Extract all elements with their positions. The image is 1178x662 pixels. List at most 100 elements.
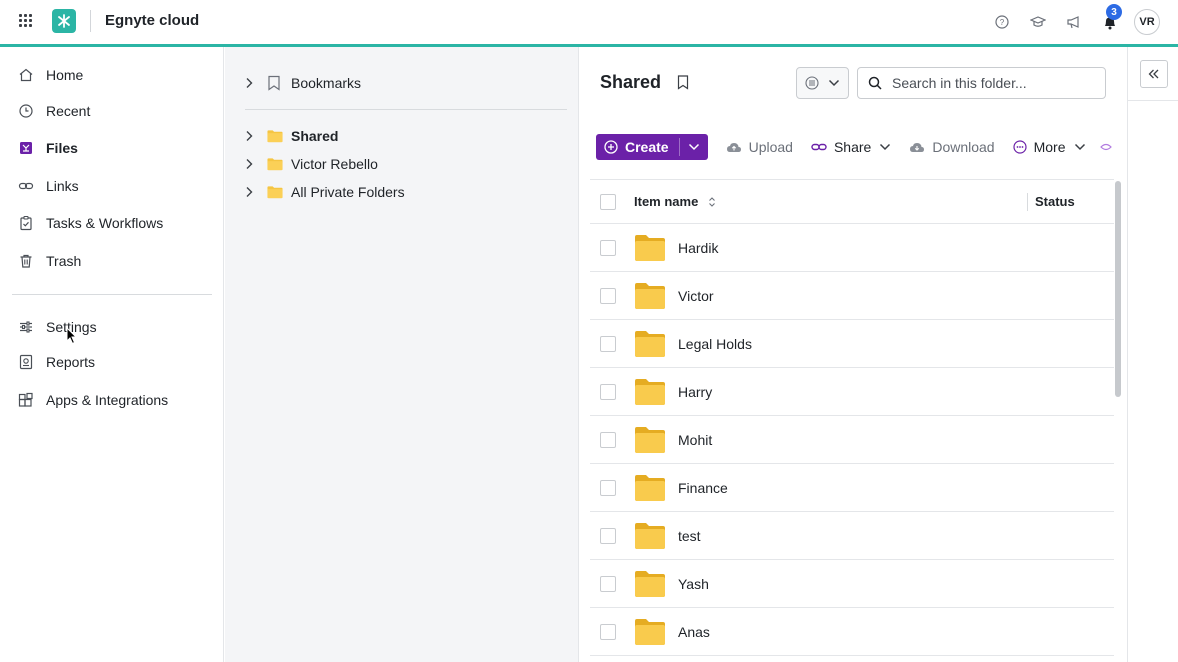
folder-icon [634,378,666,409]
table-row[interactable]: Harry [590,368,1114,416]
sliders-icon [18,319,34,335]
tree-item-all-private-folders[interactable]: All Private Folders [245,181,405,203]
chevron-right-icon[interactable] [245,158,257,170]
sidebar-item-label: Apps & Integrations [46,392,169,408]
search-icon [868,76,882,90]
chevron-right-icon[interactable] [245,77,257,89]
table-row[interactable]: Mohit [590,416,1114,464]
column-status[interactable]: Status [1035,194,1075,209]
table-row[interactable]: test [590,512,1114,560]
row-checkbox[interactable] [600,432,616,448]
help-icon[interactable]: ? [984,8,1020,36]
column-label: Item name [634,194,699,209]
brand-divider [90,10,91,32]
row-checkbox[interactable] [600,288,616,304]
item-name[interactable]: Harry [678,384,712,400]
egnyte-logo[interactable] [52,9,76,33]
sidebar-item-apps-integrations[interactable]: Apps & Integrations [18,388,168,412]
row-checkbox[interactable] [600,624,616,640]
sidebar-item-recent[interactable]: Recent [18,99,90,123]
notification-badge: 3 [1106,4,1122,20]
upload-label: Upload [748,139,793,155]
item-name[interactable]: Yash [678,576,709,592]
table-row[interactable]: Anas [590,608,1114,656]
sidebar-item-label: Files [46,140,78,156]
graduation-cap-icon[interactable] [1020,8,1056,36]
item-name[interactable]: Victor [678,288,714,304]
scrollbar[interactable] [1115,181,1121,397]
sidebar-item-links[interactable]: Links [18,174,79,198]
table-row[interactable]: Yash [590,560,1114,608]
folder-tree-panel: Bookmarks Shared Victor Rebello All Priv… [225,47,579,662]
report-icon [18,354,34,370]
item-name[interactable]: Finance [678,480,728,496]
search-input[interactable] [892,75,1092,91]
sidebar-item-tasks-workflows[interactable]: Tasks & Workflows [18,211,163,235]
user-avatar[interactable]: VR [1134,9,1160,35]
row-checkbox[interactable] [600,384,616,400]
tree-item-victor-rebello[interactable]: Victor Rebello [245,153,378,175]
bookmark-icon[interactable] [677,75,689,90]
column-item-name[interactable]: Item name [634,194,716,209]
item-name[interactable]: Hardik [678,240,718,256]
item-name[interactable]: Legal Holds [678,336,752,352]
sidebar-item-settings[interactable]: Settings [18,315,97,339]
item-name[interactable]: test [678,528,701,544]
home-icon [18,67,34,83]
row-checkbox[interactable] [600,240,616,256]
megaphone-icon[interactable] [1056,8,1092,36]
select-all-checkbox[interactable] [600,194,616,210]
trash-icon [18,253,34,269]
table-row[interactable]: Hardik [590,224,1114,272]
plus-circle-icon [604,140,618,154]
row-checkbox[interactable] [600,576,616,592]
row-checkbox[interactable] [600,480,616,496]
files-icon [18,140,34,156]
row-checkbox[interactable] [600,336,616,352]
sort-icon[interactable] [708,196,716,208]
sidebar-item-label: Home [46,67,84,83]
clipboard-check-icon [18,215,34,231]
column-divider[interactable] [1027,193,1028,211]
share-button[interactable]: Share [811,139,891,155]
list-view-icon [805,76,819,90]
sidebar-item-files[interactable]: Files [18,136,78,160]
item-name[interactable]: Anas [678,624,710,640]
rail-divider [1128,100,1178,101]
folder-icon [634,474,666,505]
more-label: More [1033,139,1066,155]
chevron-right-icon[interactable] [245,186,257,198]
mouse-cursor-icon [66,327,78,345]
folder-icon [267,185,283,199]
search-box[interactable] [857,67,1106,99]
upload-button[interactable]: Upload [726,139,793,155]
top-bar: Egnyte cloud ? 3 VR [0,0,1178,44]
table-row[interactable]: Legal Holds [590,320,1114,368]
sidebar-item-reports[interactable]: Reports [18,350,95,374]
chevron-right-icon[interactable] [245,130,257,142]
sidebar-divider [12,294,212,295]
tree-item-shared[interactable]: Shared [245,125,338,147]
item-name[interactable]: Mohit [678,432,712,448]
download-button[interactable]: Download [909,139,995,155]
chevron-down-icon [828,79,839,87]
sidebar-item-trash[interactable]: Trash [18,249,81,273]
preview-eye-icon[interactable] [1099,141,1112,153]
bookmark-icon [267,75,283,91]
app-launcher-icon[interactable] [19,14,33,28]
folder-icon [634,330,666,361]
folder-icon [634,282,666,313]
expand-panel-button[interactable] [1140,60,1168,88]
tree-bookmarks[interactable]: Bookmarks [245,72,361,94]
sidebar-item-home[interactable]: Home [18,63,83,87]
table-row[interactable]: Finance [590,464,1114,512]
cloud-download-icon [909,141,925,153]
table-row[interactable]: Victor [590,272,1114,320]
create-button[interactable]: Create [596,134,708,160]
double-chevron-left-icon [1148,69,1159,79]
notifications-bell-icon[interactable]: 3 [1092,4,1128,36]
row-checkbox[interactable] [600,528,616,544]
view-mode-dropdown[interactable] [796,67,849,99]
main-content: Shared Create Upload Share Download [580,47,1127,662]
more-button[interactable]: More [1012,139,1086,155]
